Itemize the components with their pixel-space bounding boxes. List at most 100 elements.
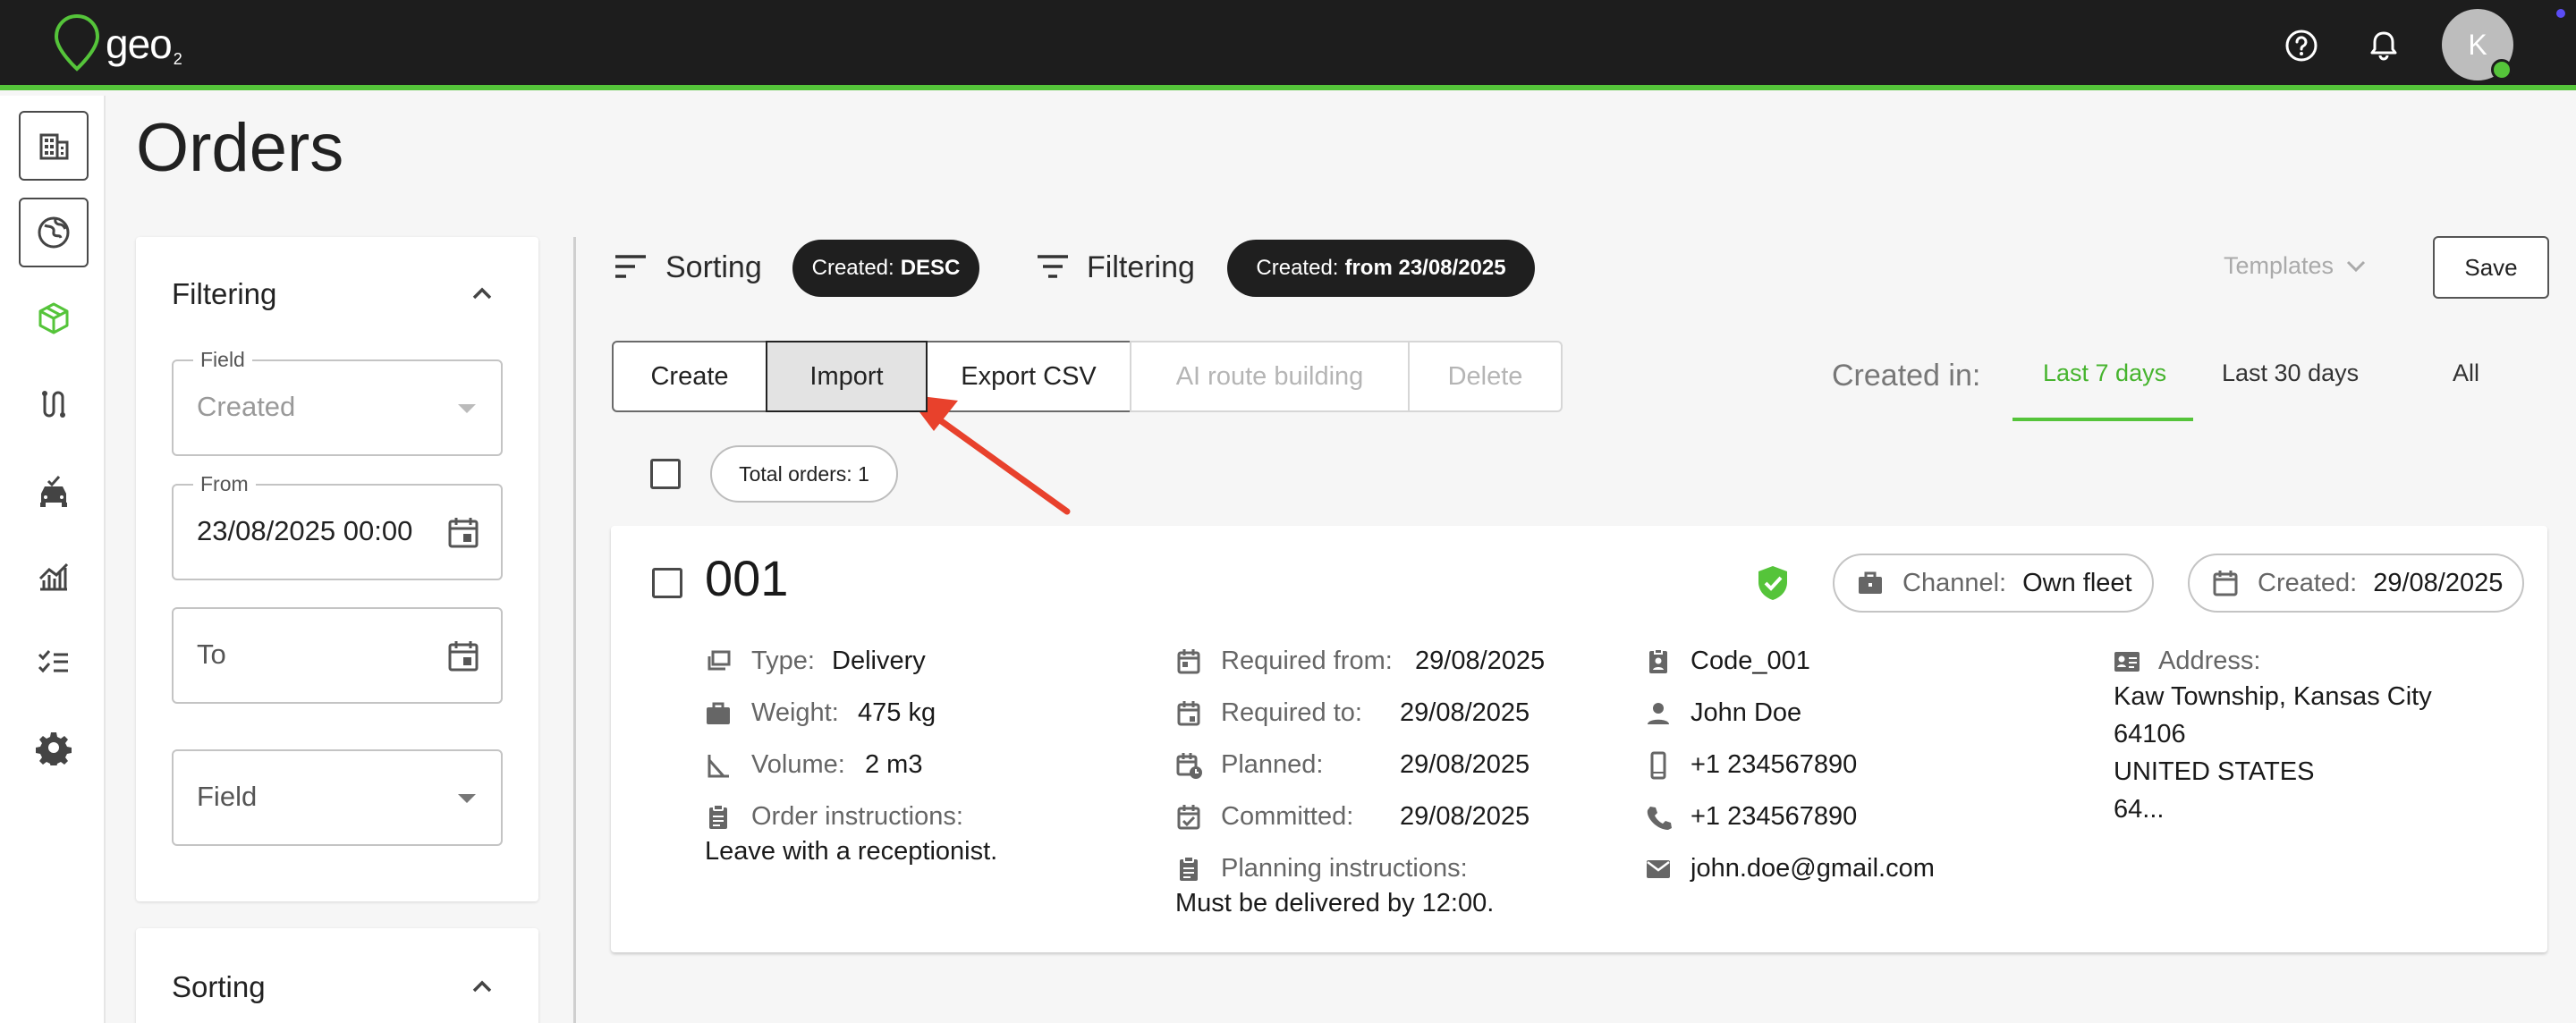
import-button[interactable]: Import	[766, 341, 928, 412]
person-icon	[1648, 703, 1669, 724]
collapse-sorting-chevron-icon[interactable]	[468, 973, 496, 1002]
route-icon[interactable]	[36, 386, 72, 422]
filter-icon	[1038, 255, 1068, 278]
gear-icon[interactable]	[36, 730, 72, 765]
panel-divider	[573, 237, 576, 1023]
save-button[interactable]: Save	[2433, 236, 2549, 299]
calendar-icon[interactable]	[445, 638, 481, 673]
top-bar	[0, 0, 2576, 90]
help-icon[interactable]	[2284, 28, 2319, 63]
analytics-icon[interactable]	[36, 559, 72, 595]
from-date-input[interactable]: From 23/08/2025 00:00	[172, 472, 503, 580]
created-value: 29/08/2025	[2373, 568, 2504, 597]
sidebar-item-map[interactable]	[19, 198, 89, 267]
vehicle-icon[interactable]	[36, 474, 72, 510]
filter-panel-title: Filtering	[172, 277, 277, 310]
package-icon[interactable]	[36, 300, 72, 336]
location-pin-icon	[54, 13, 100, 72]
phone-number: +1 234567890	[1690, 802, 1858, 831]
filtering-chip[interactable]: Created: from 23/08/2025	[1227, 240, 1535, 297]
weight-value: 475 kg	[858, 698, 936, 727]
filter-field-select[interactable]: Field Created	[172, 348, 503, 456]
calendar-check-icon	[1177, 805, 1200, 830]
order-id[interactable]: 001	[705, 549, 788, 607]
notifications-bell-icon[interactable]	[2366, 28, 2402, 63]
calendar-icon	[1177, 701, 1200, 726]
phone-icon	[1647, 807, 1672, 830]
committed-label: Committed:	[1221, 802, 1354, 831]
volume-label: Volume:	[751, 750, 845, 779]
sorting-label[interactable]: Sorting	[665, 250, 762, 285]
checklist-icon[interactable]	[36, 644, 72, 680]
chevron-down-icon	[2347, 260, 2366, 272]
create-button[interactable]: Create	[612, 341, 767, 412]
mobile-number: +1 234567890	[1690, 750, 1858, 779]
address-line-1: Kaw Township, Kansas City	[2114, 682, 2432, 711]
filtering-chip-key: Created:	[1256, 256, 1339, 280]
logo-text: geo	[106, 21, 173, 67]
weight-briefcase-icon	[707, 702, 730, 724]
field-label: Field	[193, 348, 252, 372]
address-line-3: UNITED STATES	[2114, 757, 2315, 786]
channel-chip[interactable]: Channel: Own fleet	[1833, 554, 2154, 613]
planning-instructions-label: Planning instructions:	[1221, 854, 1468, 883]
created-in-label: Created in:	[1832, 359, 1981, 393]
verified-shield-icon	[1758, 566, 1787, 600]
sorting-chip-value: DESC	[900, 256, 961, 280]
required-from-value: 29/08/2025	[1415, 647, 1546, 675]
calendar-icon	[1177, 649, 1200, 674]
committed-value: 29/08/2025	[1400, 802, 1530, 831]
channel-value: Own fleet	[2022, 568, 2132, 597]
type-value: Delivery	[832, 647, 926, 675]
notification-dot	[2556, 9, 2565, 18]
sidebar-item-buildings[interactable]	[19, 111, 89, 181]
templates-dropdown[interactable]: Templates	[2224, 252, 2366, 280]
collapse-filter-chevron-icon[interactable]	[468, 280, 496, 309]
to-date-input[interactable]: To	[172, 607, 503, 704]
calendar-icon[interactable]	[445, 514, 481, 550]
dropdown-arrow-icon	[458, 794, 476, 803]
created-chip[interactable]: Created: 29/08/2025	[2188, 554, 2525, 613]
from-value: 23/08/2025 00:00	[197, 515, 413, 546]
logo-subscript: 2	[173, 50, 182, 68]
dropdown-arrow-icon	[458, 404, 476, 413]
layers-icon	[708, 650, 731, 671]
export-csv-button[interactable]: Export CSV	[926, 341, 1131, 412]
filtering-label[interactable]: Filtering	[1087, 250, 1195, 285]
tab-all[interactable]: All	[2453, 359, 2479, 387]
required-to-value: 29/08/2025	[1400, 698, 1530, 727]
created-label: Created:	[2258, 568, 2358, 597]
address-line-4: 64...	[2114, 795, 2165, 824]
templates-label: Templates	[2224, 252, 2334, 279]
geo2-logo[interactable]: geo 2	[52, 13, 182, 75]
sorting-chip[interactable]: Created: DESC	[792, 240, 979, 297]
address-card-icon	[2114, 652, 2140, 672]
email-address: john.doe@gmail.com	[1690, 854, 1935, 883]
ai-route-building-button[interactable]: AI route building	[1130, 341, 1410, 412]
order-actions: Create Import Export CSV AI route buildi…	[612, 341, 1563, 412]
briefcase-icon	[1859, 571, 1882, 594]
order-code: Code_001	[1690, 647, 1810, 675]
tab-last-7-days[interactable]: Last 7 days	[2043, 359, 2166, 387]
field-placeholder: Field	[197, 781, 258, 812]
volume-triangle-icon	[708, 755, 729, 778]
calendar-icon	[2213, 571, 2238, 596]
channel-label: Channel:	[1902, 568, 2007, 597]
tab-last-30-days[interactable]: Last 30 days	[2222, 359, 2359, 387]
sort-icon	[615, 255, 646, 278]
required-from-label: Required from:	[1221, 647, 1393, 675]
order-instructions-value: Leave with a receptionist.	[705, 837, 998, 866]
delete-button[interactable]: Delete	[1408, 341, 1563, 412]
calendar-clock-icon	[1176, 753, 1202, 779]
to-placeholder: To	[197, 638, 226, 670]
order-select-checkbox[interactable]	[652, 568, 682, 598]
order-instructions-label: Order instructions:	[751, 802, 963, 831]
select-all-checkbox[interactable]	[650, 459, 681, 489]
building-icon	[39, 133, 69, 160]
filter-field-2-select[interactable]: Field	[172, 749, 503, 846]
online-status-dot	[2491, 59, 2512, 80]
required-to-label: Required to:	[1221, 698, 1362, 727]
address-line-2: 64106	[2114, 720, 2186, 748]
email-icon	[1647, 860, 1670, 878]
planned-value: 29/08/2025	[1400, 750, 1530, 779]
